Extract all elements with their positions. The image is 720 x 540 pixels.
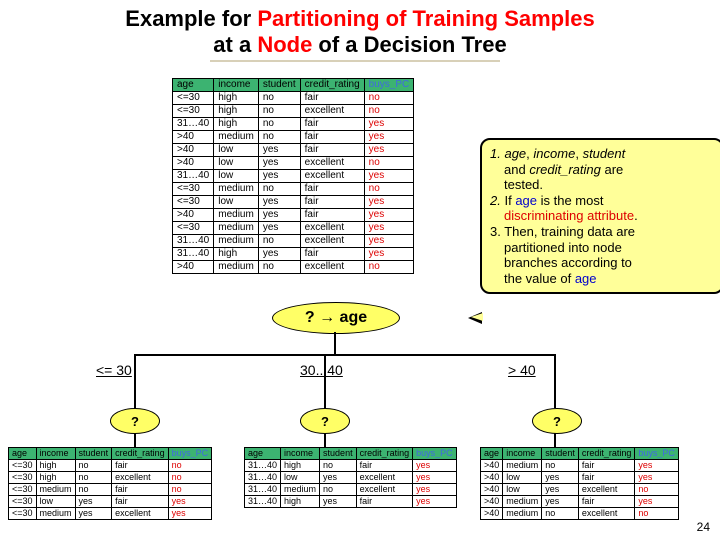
branch-label-left: <= 30 <box>96 362 132 378</box>
title-underline <box>210 60 500 62</box>
title-red2: Node <box>257 32 312 57</box>
child-node-bubble: ? <box>300 408 350 434</box>
child-node-bubble: ? <box>110 408 160 434</box>
tree-line <box>134 354 556 356</box>
page-number: 24 <box>697 520 710 534</box>
title-line2a: at a <box>213 32 257 57</box>
branch-label-mid: 30.. 40 <box>300 362 343 378</box>
title-red1: Partitioning of Training Samples <box>257 6 594 31</box>
branch-table-right: ageincomestudentcredit_ratingbuys_PC>40m… <box>480 447 712 520</box>
tree-line <box>134 432 136 447</box>
tree-line <box>334 332 336 354</box>
tree-line <box>554 354 556 408</box>
main-data-table: ageincomestudentcredit_ratingbuys_PC<=30… <box>172 78 414 274</box>
tree-line <box>324 432 326 447</box>
root-node-bubble: ? → age <box>272 302 400 334</box>
branch-table-mid: ageincomestudentcredit_ratingbuys_PC31…4… <box>244 447 476 508</box>
tree-line <box>554 432 556 447</box>
explanation-callout: 1. age, income, student and credit_ratin… <box>480 138 720 294</box>
title-prefix: Example for <box>125 6 257 31</box>
title-line2b: of a Decision Tree <box>312 32 506 57</box>
branch-label-right: > 40 <box>508 362 536 378</box>
branch-table-left: ageincomestudentcredit_ratingbuys_PC<=30… <box>8 447 240 520</box>
child-node-bubble: ? <box>532 408 582 434</box>
tree-line <box>134 354 136 408</box>
